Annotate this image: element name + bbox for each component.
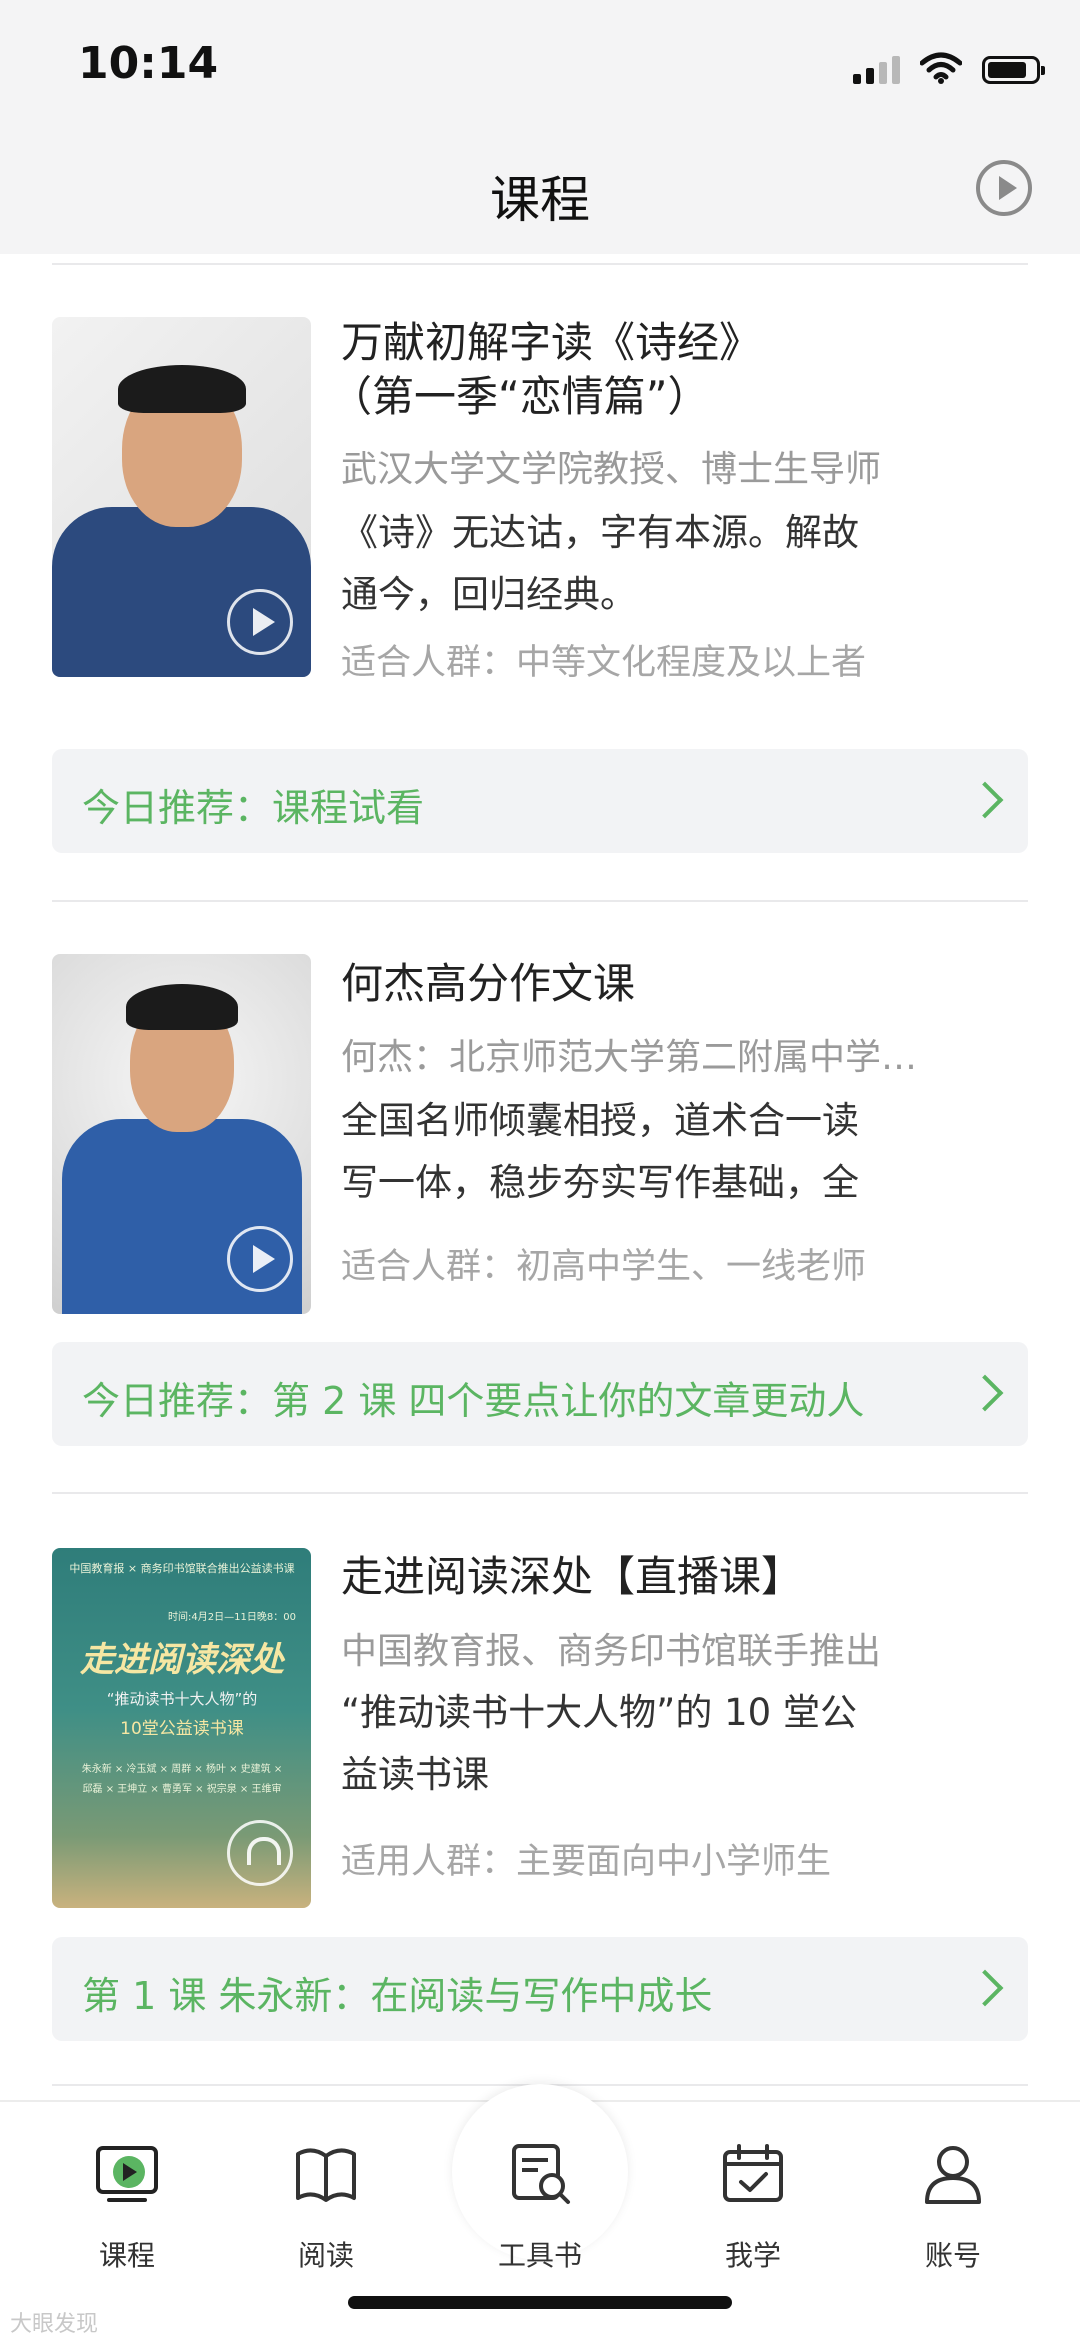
course-author: 中国教育报、商务印书馆联手推出	[341, 1631, 882, 1672]
recommend-text: 今日推荐：课程试看	[82, 786, 425, 830]
course-desc-line1: “推动读书十大人物”的 10 堂公	[341, 1691, 857, 1734]
cover-top-line: 中国教育报 × 商务印书馆联合推出公益读书课	[69, 1562, 295, 1575]
watermark: 大眼发现	[10, 2312, 99, 2337]
cover-sub1: “推动读书十大人物”的	[106, 1690, 258, 1708]
course-desc-line2: 写一体，稳步夯实写作基础，全	[341, 1161, 859, 1204]
nav-label: 工具书	[497, 2239, 582, 2272]
divider	[52, 900, 1028, 902]
play-icon	[227, 589, 293, 655]
nav-label: 账号	[924, 2239, 981, 2272]
calendar-check-icon	[723, 2144, 783, 2202]
top-bar: 10:14 课程	[0, 0, 1080, 254]
user-icon	[925, 2146, 981, 2204]
course-title-line2: （第一季“恋情篇”）	[330, 372, 710, 421]
course-audience: 适合人群：中等文化程度及以上者	[341, 643, 867, 683]
book-open-icon	[296, 2148, 356, 2202]
course-desc-line2: 通今，回归经典。	[341, 573, 637, 616]
figure-hair	[126, 984, 238, 1030]
course-thumbnail[interactable]	[52, 317, 311, 677]
course-audience: 适合人群：初高中学生、一线老师	[341, 1247, 867, 1287]
cover-names1: 朱永新 × 冷玉斌 × 周群 × 杨叶 × 史建筑 ×	[81, 1764, 283, 1775]
course-title: 万献初解字读《诗经》	[341, 318, 762, 367]
course-desc-line2: 益读书课	[341, 1753, 489, 1796]
cover-time: 时间:4月2日—11日晚8：00	[168, 1612, 296, 1623]
recommend-text: 今日推荐：第 2 课 四个要点让你的文章更动人	[82, 1379, 865, 1423]
cellular-signal-icon	[853, 54, 900, 84]
play-circle-icon[interactable]	[976, 160, 1032, 216]
course-desc-line1: 《诗》无达诂，字有本源。解故	[341, 511, 859, 554]
status-time: 10:14	[78, 38, 219, 89]
course-author: 何杰：北京师范大学第二附属中学语文特级教师	[341, 1037, 921, 1078]
page-title: 课程	[490, 171, 590, 229]
course-cover[interactable]: 中国教育报 × 商务印书馆联合推出公益读书课 时间:4月2日—11日晚8：00 …	[52, 1548, 311, 1908]
nav-label: 课程	[98, 2239, 155, 2272]
divider	[52, 263, 1028, 265]
recommend-row[interactable]: 第 1 课 朱永新：在阅读与写作中成长	[52, 1937, 1028, 2041]
course-thumbnail[interactable]	[52, 954, 311, 1314]
play-icon	[227, 1226, 293, 1292]
headphones-icon	[227, 1820, 293, 1886]
battery-icon	[982, 56, 1045, 84]
cover-sub2: 10堂公益读书课	[120, 1719, 244, 1739]
course-audience: 适用人群：主要面向中小学师生	[341, 1842, 832, 1882]
course-author: 武汉大学文学院教授、博士生导师	[341, 449, 882, 490]
course-tv-icon	[96, 2146, 158, 2202]
figure-hair	[118, 365, 246, 413]
nav-label: 我学	[724, 2239, 781, 2272]
chevron-right-icon	[966, 781, 1004, 819]
divider	[52, 1492, 1028, 1494]
chevron-right-icon	[966, 1969, 1004, 2007]
recommend-row[interactable]: 今日推荐：课程试看	[52, 749, 1028, 853]
nav-label: 阅读	[297, 2239, 354, 2272]
course-title: 何杰高分作文课	[341, 959, 636, 1008]
course-desc-line1: 全国名师倾囊相授，道术合一读	[341, 1099, 859, 1142]
course-title: 走进阅读深处【直播课】	[341, 1552, 804, 1601]
recommend-row[interactable]: 今日推荐：第 2 课 四个要点让你的文章更动人	[52, 1342, 1028, 1446]
recommend-text: 第 1 课 朱永新：在阅读与写作中成长	[82, 1974, 713, 2018]
wifi-icon	[920, 52, 962, 84]
dictionary-search-icon	[512, 2144, 570, 2204]
chevron-right-icon	[966, 1374, 1004, 1412]
home-indicator	[348, 2296, 732, 2309]
cover-names2: 邱磊 × 王坤立 × 曹勇军 × 祝宗泉 × 王维审	[82, 1784, 282, 1795]
status-icons	[853, 48, 1045, 84]
cover-title: 走进阅读深处	[80, 1640, 284, 1680]
